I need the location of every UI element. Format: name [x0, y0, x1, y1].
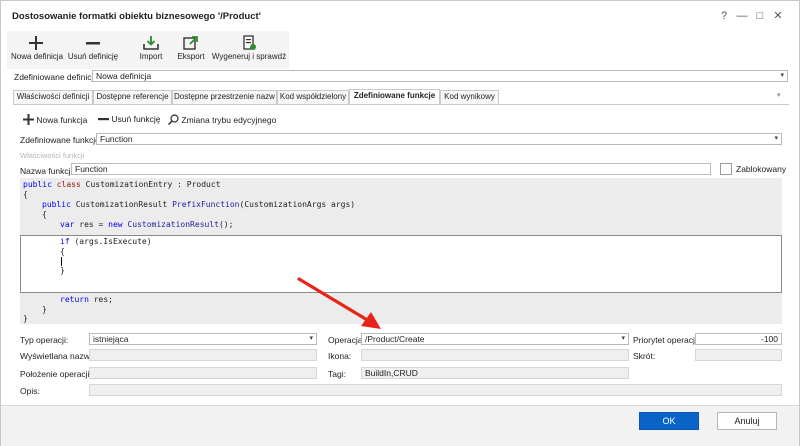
magnifier-icon [167, 114, 179, 126]
operation-select[interactable]: /Product/Create ▾ [361, 333, 629, 345]
delete-definition-label: Usuń definicję [67, 52, 119, 61]
import-label: Import [139, 52, 163, 61]
priority-input[interactable]: -100 [695, 333, 782, 345]
tags-input[interactable]: BuildIn,CRUD [361, 367, 629, 379]
operation-type-label: Typ operacji: [20, 335, 69, 345]
delete-function-button[interactable]: Usuń funkcję [98, 114, 161, 124]
tab-defined-functions[interactable]: Zdefiniowane funkcje [349, 89, 440, 104]
defined-functions-select[interactable]: Function ▾ [96, 133, 782, 145]
icon-label: Ikona: [328, 351, 352, 361]
chevron-down-icon: ▾ [780, 72, 784, 79]
position-input[interactable] [89, 367, 317, 379]
tab-available-references[interactable]: Dostępne referencje [93, 90, 172, 104]
operation-type-value: istniejąca [93, 334, 129, 344]
display-name-input[interactable] [89, 349, 317, 361]
code-line-2: { [23, 190, 28, 199]
maximize-icon[interactable]: □ [753, 9, 767, 23]
tab-definition-properties[interactable]: Właściwości definicji [13, 90, 93, 104]
code-line-4: { [42, 210, 47, 219]
defined-definitions-label: Zdefiniowane definicje: [14, 72, 101, 82]
code-footer-area [20, 293, 782, 324]
plus-icon [29, 36, 43, 50]
code-edit-line-1[interactable]: if (args.IsExecute) [60, 237, 152, 247]
tabs-overflow-icon[interactable]: ▾ [777, 91, 781, 99]
new-definition-label: Nowa definicja [11, 52, 64, 61]
chevron-down-icon: ▾ [774, 135, 778, 142]
new-function-button[interactable]: Nowa funkcja [23, 114, 87, 125]
code-tail-line-2: } [42, 305, 47, 314]
cancel-button[interactable]: Anuluj [717, 412, 777, 430]
edit-mode-label: Zmiana trybu edycyjnego [181, 115, 277, 125]
tab-result-code[interactable]: Kod wynikowy [440, 90, 499, 104]
minimize-icon[interactable]: — [735, 9, 749, 23]
import-tray-icon [143, 36, 159, 50]
locked-label: Zablokowany [736, 164, 787, 174]
code-line-1: public class CustomizationEntry : Produc… [23, 180, 221, 189]
tags-label: Tagi: [328, 369, 346, 379]
annotation-arrow-icon [297, 277, 381, 329]
chevron-down-icon: ▾ [621, 335, 625, 342]
defined-definitions-select[interactable]: Nowa definicja ▾ [92, 70, 788, 82]
code-tail-line-3: } [23, 314, 28, 323]
function-name-label: Nazwa funkcji: [20, 166, 75, 176]
window-title: Dostosowanie formatki obiektu biznesoweg… [12, 11, 261, 22]
function-properties-label: Właściwości funkcji [20, 151, 85, 160]
text-cursor [61, 257, 62, 266]
minus-icon [86, 42, 100, 45]
code-edit-line-2[interactable]: { [60, 247, 65, 257]
edit-mode-button[interactable]: Zmiana trybu edycyjnego [167, 114, 277, 126]
operation-type-select[interactable]: istniejąca ▾ [89, 333, 317, 345]
code-edit-line-4[interactable]: } [60, 266, 65, 276]
tab-shared-code[interactable]: Kod współdzielony [277, 90, 349, 104]
priority-label: Priorytet operacji: [633, 335, 700, 345]
export-arrow-icon [183, 36, 198, 50]
import-button[interactable]: Import [129, 31, 173, 69]
generate-and-check-button[interactable]: Wygeneruj i sprawdź [211, 31, 287, 69]
ok-button[interactable]: OK [639, 412, 699, 430]
shortcut-input[interactable] [695, 349, 782, 361]
code-tail-line-1: return res; [60, 295, 113, 304]
export-button[interactable]: Eksport [171, 31, 211, 69]
new-definition-button[interactable]: Nowa definicja [11, 31, 64, 69]
minus-icon [98, 118, 109, 121]
main-toolbar: Nowa definicja Usuń definicję Import Eks… [7, 31, 289, 69]
code-line-3: public CustomizationResult PrefixFunctio… [42, 200, 356, 209]
locked-checkbox[interactable] [720, 163, 732, 175]
plus-icon [23, 114, 34, 125]
document-check-icon [243, 35, 256, 50]
delete-definition-button[interactable]: Usuń definicję [65, 31, 121, 69]
new-function-label: Nowa funkcja [36, 115, 88, 125]
export-label: Eksport [177, 52, 205, 61]
display-name-label: Wyświetlana nazwa: [20, 351, 97, 361]
tab-available-namespaces[interactable]: Dostępne przestrzenie nazw [172, 90, 277, 104]
delete-function-label: Usuń funkcję [111, 114, 161, 124]
title-bar: Dostosowanie formatki obiektu biznesoweg… [1, 1, 800, 33]
position-label: Położenie operacji: [20, 369, 92, 379]
code-line-5: var res = new CustomizationResult(); [60, 220, 234, 229]
dialog-window: Dostosowanie formatki obiektu biznesoweg… [0, 0, 800, 446]
description-label: Opis: [20, 386, 40, 396]
help-icon[interactable]: ? [717, 9, 731, 23]
generate-and-check-label: Wygeneruj i sprawdź [211, 52, 287, 61]
defined-functions-label: Zdefiniowane funkcje: [20, 135, 103, 145]
shortcut-label: Skrót: [633, 351, 656, 361]
function-name-input[interactable]: Function [71, 163, 711, 175]
icon-input[interactable] [361, 349, 629, 361]
close-icon[interactable]: ✕ [771, 9, 785, 23]
defined-functions-value: Function [100, 134, 133, 144]
description-input[interactable] [89, 384, 782, 396]
defined-definitions-value: Nowa definicja [96, 71, 152, 81]
